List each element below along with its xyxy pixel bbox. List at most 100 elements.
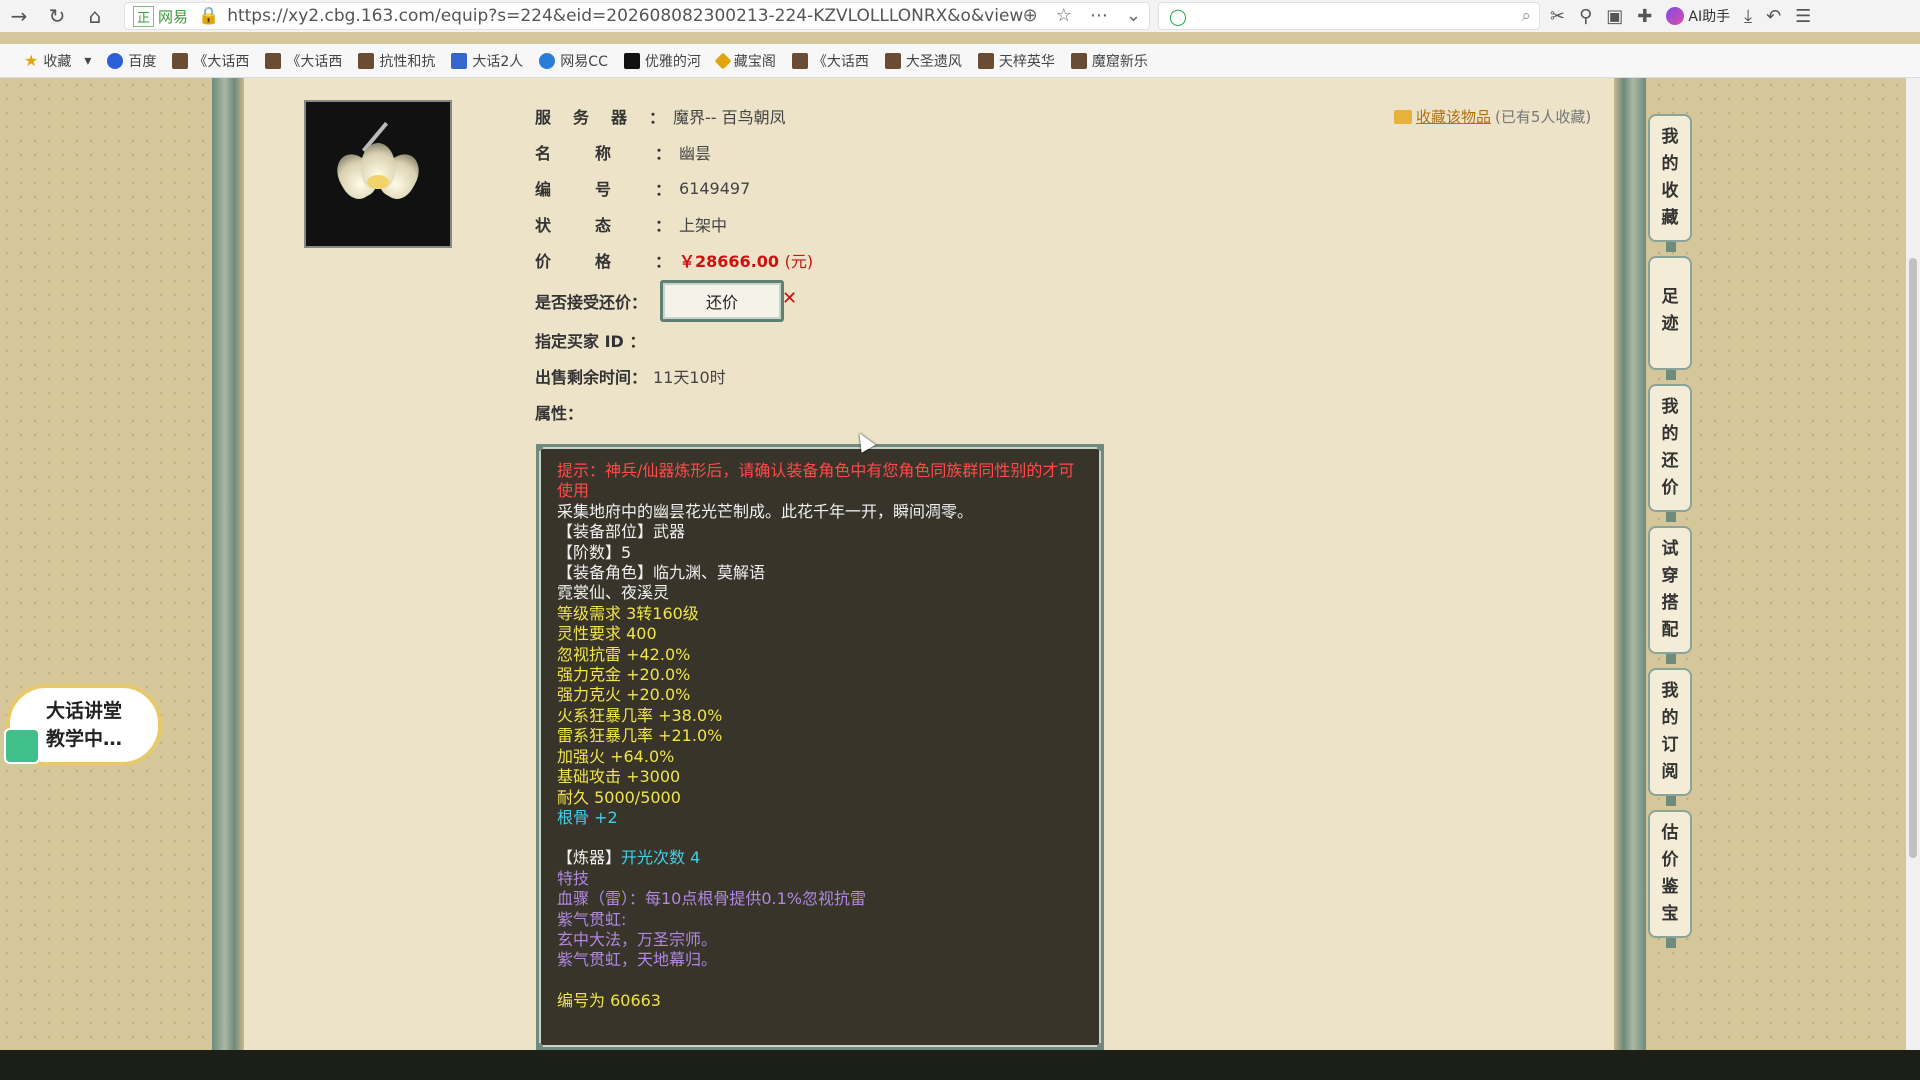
price-unit: (元) — [784, 252, 814, 271]
url-text[interactable]: https://xy2.cbg.163.com/equip?s=224&eid=… — [227, 6, 1023, 26]
server-row: 服务器： 魔界-- 百鸟朝凤 — [535, 104, 786, 128]
bargain-button-label: 还价 — [705, 293, 738, 312]
item-image — [304, 100, 452, 248]
tooltip-part: 【装备部位】武器 — [557, 522, 686, 542]
find-icon[interactable]: ⚲ — [1579, 6, 1592, 27]
bookmark-item[interactable]: 大圣遗风 — [884, 51, 962, 71]
side-tab-char: 我 — [1661, 397, 1679, 417]
scrollbar[interactable] — [1906, 78, 1920, 1050]
price-value: ￥28666.00 (元) — [679, 248, 813, 272]
bookmark-label: 魔窟新乐 — [1091, 53, 1148, 70]
more-icon[interactable]: ⋯ — [1090, 5, 1108, 26]
address-bar[interactable]: 正 网易 🔒 https://xy2.cbg.163.com/equip?s=2… — [124, 2, 1150, 30]
bookmark-item[interactable]: 藏宝阁 — [714, 51, 776, 71]
download-icon[interactable]: ⤓ — [1744, 6, 1752, 27]
side-tab-char: 阅 — [1661, 762, 1679, 782]
side-tab-char: 价 — [1661, 850, 1679, 870]
bookmark-item[interactable]: 《大话西 — [172, 51, 249, 71]
game-icon — [977, 52, 994, 69]
bookmark-item[interactable]: ★ 收藏 ▾ — [24, 51, 91, 71]
tooltip-code: 编号为 60663 — [557, 990, 661, 1010]
status-row: 状态： 上架中 — [535, 212, 727, 236]
favorite-folder-icon — [1394, 109, 1412, 124]
reload-icon[interactable]: ↻ — [42, 1, 72, 31]
scissors-icon[interactable]: ✂ — [1550, 6, 1565, 27]
tooltip-stat: 加强火 +64.0% — [557, 746, 675, 766]
tooltip-stat: 强力克火 +20.0% — [557, 685, 691, 705]
tooltip-refine-value: 开光次数 4 — [621, 848, 701, 868]
undo-icon[interactable]: ↶ — [1766, 6, 1781, 27]
bookmark-item[interactable]: 《大话西 — [265, 51, 342, 71]
bargain-label: 是否接受还价： — [535, 293, 648, 312]
bookmark-label: 抗性和抗 — [379, 53, 436, 70]
menu-icon[interactable]: ☰ — [1795, 6, 1811, 27]
page-content: 服务器： 魔界-- 百鸟朝凤 名称： 幽昙 编号： 6149497 状态： 上架… — [0, 78, 1920, 1050]
bookmark-item[interactable]: 《大话西 — [791, 51, 869, 71]
bookmark-item[interactable]: 大话2人 — [451, 51, 523, 71]
side-tab-char: 穿 — [1661, 566, 1679, 586]
bookmark-label: 大圣遗风 — [905, 53, 962, 70]
scroll-thumb[interactable] — [1909, 258, 1917, 858]
tab-try-on[interactable]: 试穿搭配 — [1648, 526, 1692, 664]
tooltip-purple-1: 玄中大法，万圣宗师。 — [557, 929, 718, 949]
frame-right — [1614, 78, 1646, 1050]
tab-my-favorites[interactable]: 我的收藏 — [1648, 114, 1692, 252]
tooltip-stat: 强力克金 +20.0% — [557, 665, 691, 685]
bookmark-label: 收藏 — [43, 53, 72, 70]
id-row: 编号： 6149497 — [535, 176, 750, 200]
location-icon[interactable]: ⊕ — [1023, 5, 1038, 26]
chevron-down-icon[interactable]: ⌄ — [1126, 5, 1141, 26]
bargain-button[interactable]: 还价 — [660, 280, 784, 322]
game-icon — [791, 52, 808, 69]
tab-footprint[interactable]: 足迹 — [1648, 256, 1692, 380]
star-icon: ★ — [24, 51, 39, 70]
attribute-tooltip: 提示：神兵/仙器炼形后，请确认装备角色中有您角色同族群同性别的才可使用 采集地府… — [536, 444, 1104, 1050]
search-icon[interactable]: ⌕ — [1521, 6, 1531, 26]
side-tab-char: 试 — [1661, 539, 1679, 559]
side-tab-char: 迹 — [1661, 314, 1679, 334]
forward-icon[interactable]: → — [4, 1, 34, 31]
search-engine-icon: ◯ — [1169, 7, 1187, 26]
tab-appraisal[interactable]: 估价鉴宝 — [1648, 810, 1692, 948]
bookmark-item[interactable]: 百度 — [107, 51, 156, 71]
tooltip-skill-line: 血骤（雷）：每10点根骨提供0.1%忽视抗雷 — [557, 889, 867, 909]
bookmark-item[interactable]: 网易CC — [539, 51, 608, 71]
gold-icon — [714, 52, 732, 69]
extension-icon[interactable]: ✚ — [1637, 6, 1652, 27]
bookmark-item[interactable]: 抗性和抗 — [358, 51, 435, 71]
side-tab-char: 搭 — [1661, 593, 1679, 613]
search-input[interactable]: ◯ ⌕ — [1158, 2, 1540, 30]
bargain-row: 是否接受还价： — [535, 289, 647, 313]
side-tab-char: 的 — [1661, 154, 1679, 174]
chevron-down-icon[interactable]: ▾ — [84, 53, 91, 69]
tab-my-bargains[interactable]: 我的还价 — [1648, 384, 1692, 522]
bookmark-item[interactable]: 魔窟新乐 — [1070, 51, 1148, 71]
ai-helper-label: AI助手 — [1688, 9, 1731, 25]
bookmark-label: 藏宝阁 — [733, 53, 776, 70]
tab-my-subscriptions[interactable]: 我的订阅 — [1648, 668, 1692, 806]
collect-area: 收藏该物品 (已有5人收藏) — [1394, 106, 1591, 127]
window-icon[interactable]: ▣ — [1606, 6, 1623, 27]
bookmark-item[interactable]: 天梓英华 — [977, 51, 1055, 71]
status-value: 上架中 — [679, 216, 728, 235]
buyer-label: 指定买家 ID ： — [535, 332, 646, 351]
home-icon[interactable]: ⌂ — [80, 1, 110, 31]
tooltip-stat: 耐久 5000/5000 — [557, 787, 681, 807]
ai-helper-button[interactable]: AI助手 — [1666, 6, 1730, 26]
bottom-strip — [0, 1050, 1920, 1080]
tooltip-spirit-req: 灵性要求 400 — [557, 624, 657, 644]
game-icon — [884, 52, 901, 69]
game-icon — [172, 52, 189, 69]
tooltip-desc: 采集地府中的幽昙花光芒制成。此花千年一开，瞬间凋零。 — [557, 501, 974, 521]
collect-link[interactable]: 收藏该物品 — [1416, 106, 1491, 127]
game-icon — [358, 52, 375, 69]
attr-label: 属性： — [535, 404, 584, 423]
tooltip-stat: 基础攻击 +3000 — [557, 767, 681, 787]
tooltip-refine-label: 【炼器】 — [557, 848, 622, 868]
bookmark-item[interactable]: 优雅的河 — [623, 51, 701, 71]
tooltip-roles1: 【装备角色】临九渊、莫解语 — [557, 563, 766, 583]
side-tab-char: 收 — [1661, 181, 1679, 201]
bookmark-star-icon[interactable]: ☆ — [1056, 5, 1072, 26]
lock-icon: 🔒 — [198, 6, 220, 26]
teach-line2: 教学中… — [45, 728, 122, 750]
